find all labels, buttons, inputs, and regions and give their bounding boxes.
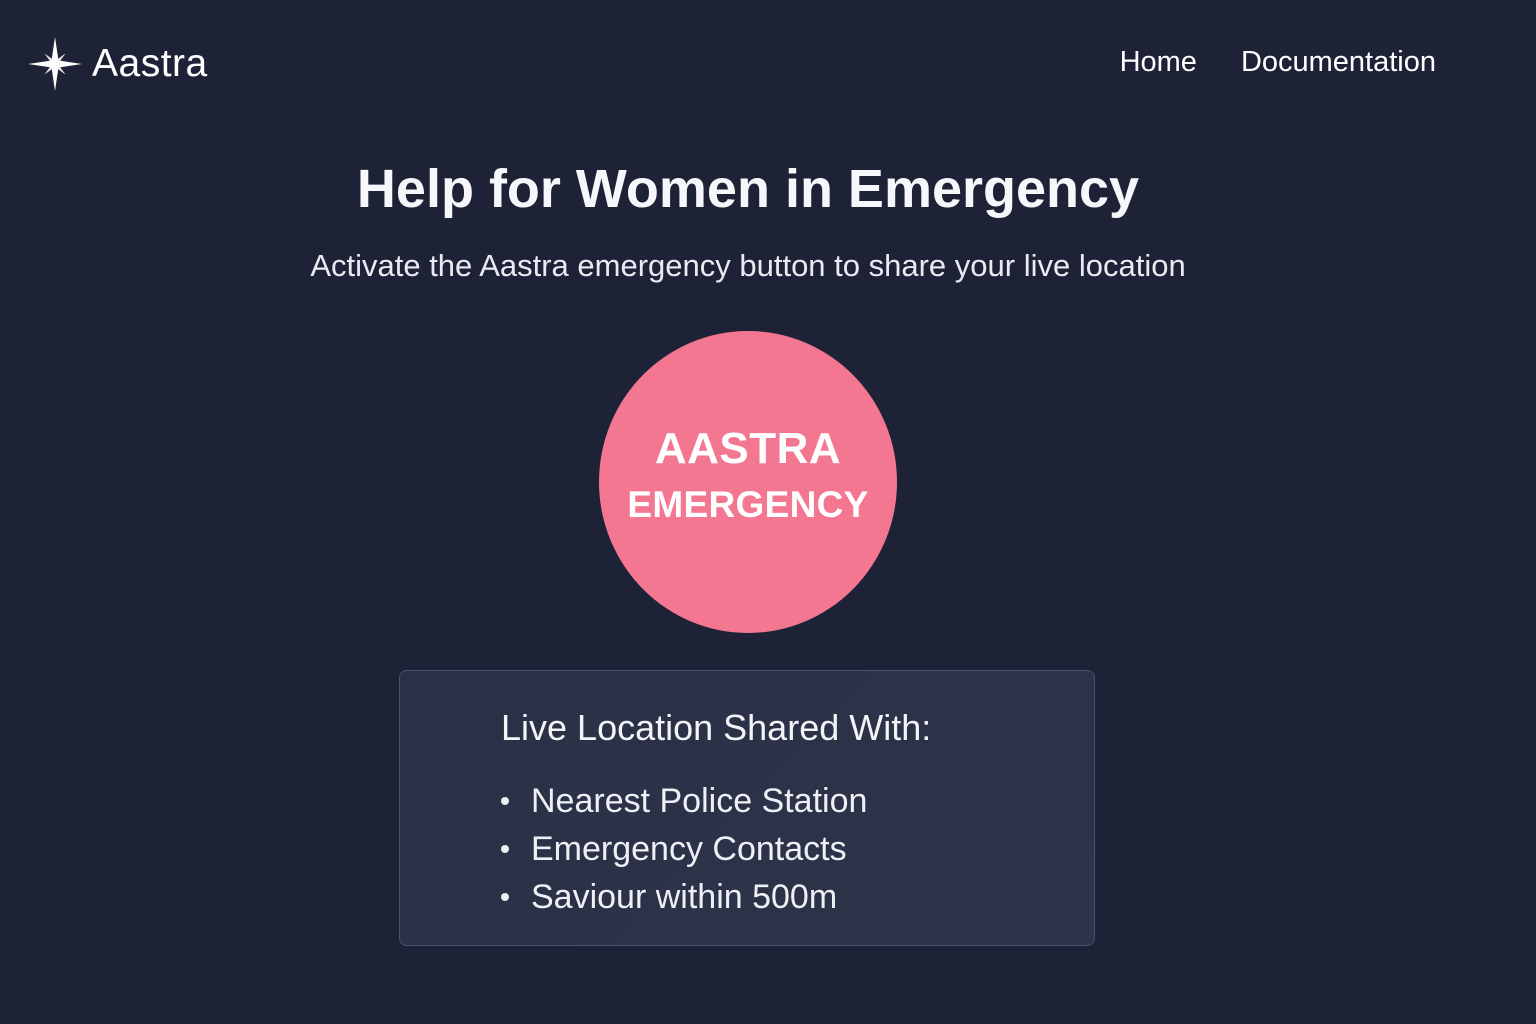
recipient-list: Nearest Police Station Emergency Contact… — [501, 777, 867, 921]
bullet-icon — [501, 893, 509, 901]
top-nav: Home Documentation — [1120, 40, 1436, 84]
four-point-star-icon — [26, 35, 84, 93]
list-item: Saviour within 500m — [501, 873, 867, 921]
brand-logo-link[interactable]: Aastra — [26, 36, 208, 92]
list-item: Emergency Contacts — [501, 825, 867, 873]
page: Aastra Home Documentation Help for Women… — [0, 0, 1536, 1024]
list-item-label: Saviour within 500m — [531, 877, 838, 916]
list-item-label: Emergency Contacts — [531, 829, 847, 868]
bullet-icon — [501, 845, 509, 853]
emergency-button-label-top: AASTRA — [654, 424, 842, 473]
emergency-button-label-bottom: EMERGENCY — [627, 484, 869, 525]
list-item: Nearest Police Station — [501, 777, 867, 825]
bullet-icon — [501, 797, 509, 805]
list-item-label: Nearest Police Station — [531, 781, 868, 820]
card-title: Live Location Shared With: — [501, 707, 932, 748]
page-title: Help for Women in Emergency — [356, 159, 1140, 219]
emergency-button[interactable]: AASTRA EMERGENCY — [599, 331, 897, 633]
page-subtitle: Activate the Aastra emergency button to … — [310, 248, 1186, 283]
location-share-card: Live Location Shared With: Nearest Polic… — [399, 670, 1095, 946]
nav-link-documentation[interactable]: Documentation — [1241, 40, 1436, 84]
nav-link-home[interactable]: Home — [1120, 40, 1197, 84]
brand-name: Aastra — [92, 42, 208, 85]
